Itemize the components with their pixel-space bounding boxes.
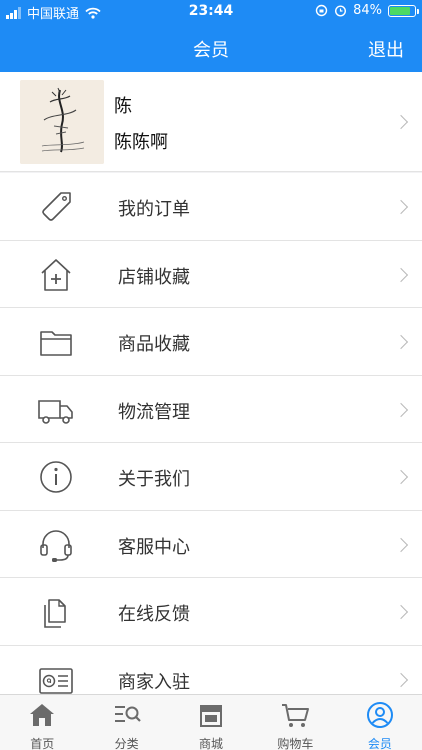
tab-bar: 首页 分类 商城 购物车 会员 bbox=[0, 694, 422, 750]
profile-card[interactable]: 陈 陈陈啊 bbox=[0, 72, 422, 172]
menu-list: 我的订单 店铺收藏 商品收藏 物流管理 关于我们 客服中心 在线反馈 商家入驻 bbox=[0, 173, 422, 713]
tab-label: 商城 bbox=[199, 737, 224, 750]
battery-percent: 84% bbox=[353, 3, 382, 18]
profile-nickname: 陈陈啊 bbox=[114, 132, 168, 153]
shop-icon bbox=[200, 705, 223, 727]
menu-item-logistics[interactable]: 物流管理 bbox=[0, 375, 422, 443]
chevron-right-icon bbox=[393, 672, 409, 687]
status-bar: 中国联通 23:44 84% bbox=[0, 0, 422, 24]
chevron-right-icon bbox=[393, 114, 409, 130]
tab-mall[interactable]: 商城 bbox=[169, 695, 253, 750]
truck-icon bbox=[38, 399, 73, 424]
chevron-right-icon bbox=[393, 334, 409, 350]
menu-item-customer-service[interactable]: 客服中心 bbox=[0, 510, 422, 578]
tab-label: 会员 bbox=[367, 737, 392, 750]
folder-icon bbox=[40, 331, 72, 356]
menu-item-label: 店铺收藏 bbox=[118, 266, 190, 288]
menu-item-product-favorites[interactable]: 商品收藏 bbox=[0, 308, 422, 376]
menu-item-label: 客服中心 bbox=[118, 536, 190, 558]
tab-label: 分类 bbox=[114, 737, 139, 750]
chevron-right-icon bbox=[393, 604, 409, 620]
documents-icon bbox=[44, 599, 66, 628]
home-icon bbox=[30, 704, 55, 726]
menu-item-feedback[interactable]: 在线反馈 bbox=[0, 578, 422, 646]
avatar-drawing bbox=[20, 80, 104, 164]
alarm-icon bbox=[335, 5, 347, 17]
user-icon bbox=[366, 702, 393, 728]
category-search-icon bbox=[114, 706, 141, 722]
chevron-right-icon bbox=[393, 537, 409, 552]
chevron-right-icon bbox=[393, 267, 409, 282]
menu-item-label: 商品收藏 bbox=[118, 334, 190, 355]
menu-item-label: 在线反馈 bbox=[118, 604, 190, 625]
avatar bbox=[20, 80, 104, 164]
tag-icon bbox=[42, 192, 71, 221]
battery-icon bbox=[388, 4, 419, 17]
top-bar: 中国联通 23:44 84% 会员 退出 bbox=[0, 0, 422, 72]
info-icon bbox=[40, 461, 72, 493]
tab-label: 购物车 bbox=[277, 737, 314, 750]
chevron-right-icon bbox=[393, 402, 409, 417]
tab-home[interactable]: 首页 bbox=[0, 695, 84, 750]
profile-name: 陈 bbox=[114, 96, 132, 117]
menu-item-label: 商家入驻 bbox=[118, 671, 190, 693]
chevron-right-icon bbox=[393, 199, 409, 215]
nav-bar: 会员 退出 bbox=[0, 26, 422, 70]
tab-member[interactable]: 会员 bbox=[338, 695, 422, 750]
tab-label: 首页 bbox=[30, 737, 55, 750]
cart-icon bbox=[282, 704, 310, 727]
store-add-icon bbox=[41, 258, 71, 291]
chevron-right-icon bbox=[393, 469, 409, 485]
menu-item-store-favorites[interactable]: 店铺收藏 bbox=[0, 240, 422, 308]
menu-item-label: 我的订单 bbox=[118, 199, 190, 220]
logout-button[interactable]: 退出 bbox=[368, 36, 404, 62]
orientation-lock-icon bbox=[315, 4, 328, 17]
tab-category[interactable]: 分类 bbox=[84, 695, 168, 750]
menu-item-about-us[interactable]: 关于我们 bbox=[0, 443, 422, 511]
menu-item-label: 物流管理 bbox=[118, 401, 190, 423]
headset-icon bbox=[40, 529, 72, 562]
menu-item-label: 关于我们 bbox=[118, 469, 190, 490]
tab-cart[interactable]: 购物车 bbox=[253, 695, 337, 750]
page-title: 会员 bbox=[193, 40, 229, 61]
menu-item-orders[interactable]: 我的订单 bbox=[0, 173, 422, 241]
